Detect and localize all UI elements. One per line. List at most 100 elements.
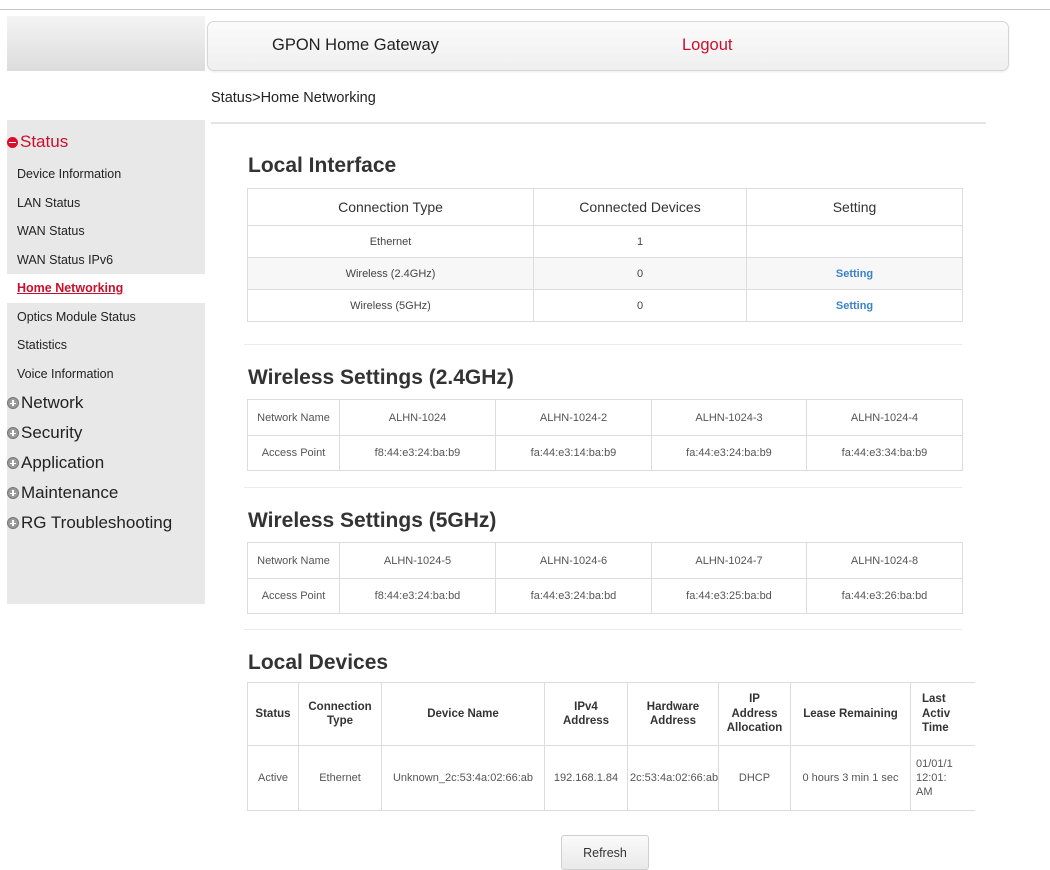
column-header: Lease Remaining [790,682,911,746]
device-last-active-cell: 01/01/1 12:01: AM [910,745,975,811]
top-border-line [0,9,1050,10]
sidebar-menu: Status Device Information LAN Status WAN… [7,120,205,604]
sidebar-item-wan-status[interactable]: WAN Status [7,217,205,246]
wireless-5ghz-title: Wireless Settings (5GHz) [248,509,497,532]
device-connection-type-cell: Ethernet [298,745,382,811]
sidebar-group-security[interactable]: Security [7,418,205,448]
sidebar-group-network[interactable]: Network [7,388,205,418]
local-interface-table: Connection Type Connected Devices Settin… [247,188,963,322]
sidebar-group-label: RG Troubleshooting [21,513,173,532]
expand-icon [7,397,19,409]
sidebar-item-optics-module-status[interactable]: Optics Module Status [7,303,205,332]
device-ipv4-cell: 192.168.1.84 [544,745,628,811]
access-point-cell: f8:44:e3:24:ba:b9 [339,435,496,471]
sidebar-group-label: Application [21,453,105,472]
local-devices-table-viewport: Status Connection Type Device Name IPv4 … [247,682,975,818]
access-point-cell: fa:44:e3:14:ba:b9 [495,435,652,471]
column-header: Device Name [381,682,545,746]
sidebar-item-device-information[interactable]: Device Information [7,160,205,189]
sidebar-item-lan-status[interactable]: LAN Status [7,189,205,218]
device-name-cell: Unknown_2c:53:4a:02:66:ab [381,745,545,811]
connected-devices-cell: 0 [533,257,747,290]
device-status-cell: Active [247,745,299,811]
column-header: IPv4 Address [544,682,628,746]
setting-link-2-4ghz[interactable]: Setting [836,268,873,280]
column-header: IP Address Allocation [718,682,791,746]
section-divider [244,629,962,630]
table-row: Wireless (5GHz) 0 Setting [247,289,963,322]
local-devices-title: Local Devices [248,651,389,674]
table-header-row: Status Connection Type Device Name IPv4 … [247,682,975,746]
sidebar-group-label: Security [21,423,83,442]
local-devices-table: Status Connection Type Device Name IPv4 … [247,682,975,811]
breadcrumb: Status>Home Networking [211,90,376,106]
column-header: Status [247,682,299,746]
connection-type-cell: Ethernet [247,225,534,258]
access-point-cell: f8:44:e3:24:ba:bd [339,578,496,614]
sidebar-group-label: Network [21,393,84,412]
column-header: Last Activ Time [910,682,975,746]
setting-cell [746,225,963,258]
network-name-cell: ALHN-1024-8 [806,542,963,579]
column-header: Hardware Address [627,682,719,746]
local-interface-title: Local Interface [248,154,397,177]
collapse-icon [7,136,18,148]
breadcrumb-divider [211,122,986,124]
access-point-cell: fa:44:e3:34:ba:b9 [806,435,963,471]
table-row: Wireless (2.4GHz) 0 Setting [247,257,963,290]
network-name-cell: ALHN-1024-4 [806,399,963,436]
network-name-cell: ALHN-1024-7 [651,542,807,579]
table-row: Network Name ALHN-1024 ALHN-1024-2 ALHN-… [247,399,963,436]
setting-link-5ghz[interactable]: Setting [836,300,873,312]
expand-icon [7,427,19,439]
expand-icon [7,457,19,469]
section-divider [244,344,962,345]
connected-devices-cell: 1 [533,225,747,258]
sidebar-item-home-networking[interactable]: Home Networking [7,274,205,303]
device-lease-remaining-cell: 0 hours 3 min 1 sec [790,745,911,811]
sidebar-group-rg-troubleshooting[interactable]: RG Troubleshooting [7,508,205,538]
setting-cell: Setting [746,289,963,322]
setting-cell: Setting [746,257,963,290]
sidebar-group-status[interactable]: Status [7,124,205,160]
column-header: Connection Type [247,188,534,226]
top-header-bar: GPON Home Gateway Logout [207,21,1009,71]
sidebar-item-wan-status-ipv6[interactable]: WAN Status IPv6 [7,246,205,275]
sidebar-item-statistics[interactable]: Statistics [7,331,205,360]
network-name-cell: ALHN-1024-3 [651,399,807,436]
wireless-5ghz-table: Network Name ALHN-1024-5 ALHN-1024-6 ALH… [247,542,963,614]
column-header: Connection Type [298,682,382,746]
access-point-cell: fa:44:e3:24:ba:b9 [651,435,807,471]
network-name-cell: ALHN-1024-6 [495,542,652,579]
row-label: Network Name [247,542,340,579]
logout-link[interactable]: Logout [682,36,732,55]
expand-icon [7,517,19,529]
table-row: Access Point f8:44:e3:24:ba:bd fa:44:e3:… [247,578,963,614]
refresh-button[interactable]: Refresh [561,835,649,870]
section-divider [244,487,962,488]
access-point-cell: fa:44:e3:26:ba:bd [806,578,963,614]
sidebar-group-maintenance[interactable]: Maintenance [7,478,205,508]
table-row: Network Name ALHN-1024-5 ALHN-1024-6 ALH… [247,542,963,579]
device-ip-allocation-cell: DHCP [718,745,791,811]
wireless-24ghz-table: Network Name ALHN-1024 ALHN-1024-2 ALHN-… [247,399,963,471]
table-row: Active Ethernet Unknown_2c:53:4a:02:66:a… [247,745,975,811]
connection-type-cell: Wireless (2.4GHz) [247,257,534,290]
sidebar-group-application[interactable]: Application [7,448,205,478]
sidebar-item-voice-information[interactable]: Voice Information [7,360,205,389]
sidebar-group-label: Maintenance [21,483,119,502]
expand-icon [7,487,19,499]
table-header-row: Connection Type Connected Devices Settin… [247,188,963,226]
row-label: Access Point [247,435,340,471]
network-name-cell: ALHN-1024-5 [339,542,496,579]
table-row: Ethernet 1 [247,225,963,258]
sidebar-group-label: Status [20,132,69,151]
column-header: Setting [746,188,963,226]
row-label: Access Point [247,578,340,614]
sidebar-header [7,16,205,71]
gateway-title: GPON Home Gateway [272,36,439,54]
access-point-cell: fa:44:e3:24:ba:bd [495,578,652,614]
column-header: Connected Devices [533,188,747,226]
device-mac-cell: 2c:53:4a:02:66:ab [627,745,719,811]
connection-type-cell: Wireless (5GHz) [247,289,534,322]
